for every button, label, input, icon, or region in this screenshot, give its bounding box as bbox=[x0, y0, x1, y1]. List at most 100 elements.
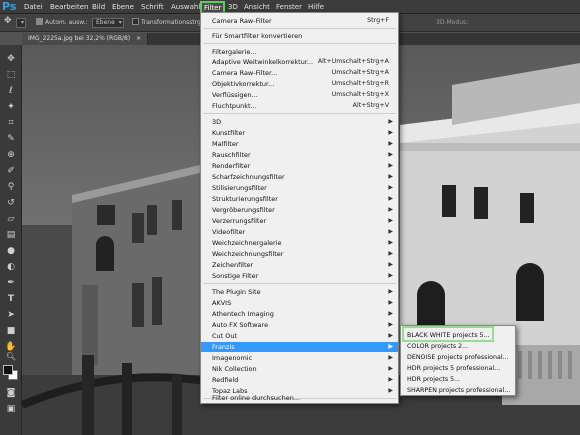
chevron-right-icon: ▶ bbox=[388, 288, 393, 295]
transform-controls-checkbox[interactable]: Transformationsstrg. bbox=[132, 18, 203, 28]
menu-strukturierungsfilter[interactable]: Strukturierungsfilter ▶ bbox=[201, 194, 398, 204]
menu-weichzeichnungsfilter[interactable]: Weichzeichnungsfilter ▶ bbox=[201, 249, 398, 259]
submenu-black-white-projects[interactable]: BLACK WHITE projects 5... bbox=[401, 330, 515, 341]
chevron-right-icon: ▶ bbox=[388, 310, 393, 317]
zoom-icon[interactable]: 🔍︎ bbox=[4, 351, 18, 363]
chevron-right-icon: ▶ bbox=[388, 343, 393, 350]
move-icon[interactable]: ✥ bbox=[4, 53, 18, 65]
menu-athentech-imaging[interactable]: Athentech Imaging ▶ bbox=[201, 309, 398, 319]
chevron-right-icon: ▶ bbox=[388, 239, 393, 246]
menu-vergroeberungsfilter[interactable]: Vergröberungsfilter ▶ bbox=[201, 205, 398, 215]
healing-brush-icon[interactable]: ⊕ bbox=[4, 149, 18, 161]
chevron-right-icon: ▶ bbox=[388, 129, 393, 136]
menu-auto-fx-software[interactable]: Auto FX Software ▶ bbox=[201, 320, 398, 330]
chevron-right-icon: ▶ bbox=[388, 376, 393, 383]
menu-weichzeichnergalerie[interactable]: Weichzeichnergalerie ▶ bbox=[201, 238, 398, 248]
menu-convert-smart-filters[interactable]: Für Smartfilter konvertieren bbox=[201, 31, 398, 41]
menu-the-plugin-site[interactable]: The Plugin Site ▶ bbox=[201, 287, 398, 297]
menu-separator bbox=[203, 43, 396, 44]
foreground-color-swatch[interactable] bbox=[3, 365, 13, 375]
menu-camera-raw-last[interactable]: Camera Raw-Filter Strg+F bbox=[201, 16, 398, 26]
shape-icon[interactable]: ■ bbox=[4, 325, 18, 337]
menu-browse-filters-online[interactable]: Filter online durchsuchen... bbox=[201, 393, 398, 403]
auto-select-dropdown[interactable]: Ebene bbox=[92, 18, 124, 28]
menu-schrift[interactable]: Schrift bbox=[141, 0, 164, 14]
menu-bearbeiten[interactable]: Bearbeiten bbox=[50, 0, 88, 14]
chevron-right-icon: ▶ bbox=[388, 261, 393, 268]
menu-camera-raw[interactable]: Camera Raw-Filter... Umschalt+Strg+A bbox=[201, 68, 398, 78]
marquee-icon[interactable]: ⬚ bbox=[4, 69, 18, 81]
franzis-submenu: BLACK WHITE projects 5... COLOR projects… bbox=[400, 325, 516, 396]
menu-cut-out[interactable]: Cut Out ▶ bbox=[201, 331, 398, 341]
menu-rauschfilter[interactable]: Rauschfilter ▶ bbox=[201, 150, 398, 160]
menu-3d[interactable]: 3D ▶ bbox=[201, 117, 398, 127]
tool-preset-dropdown[interactable] bbox=[16, 18, 26, 32]
pen-icon[interactable]: ✒ bbox=[4, 277, 18, 289]
auto-select-checkbox[interactable]: Autom. ausw.: bbox=[36, 18, 87, 28]
menu-vanishing-point[interactable]: Fluchtpunkt... Alt+Strg+V bbox=[201, 101, 398, 111]
chevron-right-icon: ▶ bbox=[388, 365, 393, 372]
menu-lens-correction[interactable]: Objektivkorrektur... Umschalt+Strg+R bbox=[201, 79, 398, 89]
menu-ebene[interactable]: Ebene bbox=[112, 0, 134, 14]
checkbox-icon bbox=[36, 18, 43, 25]
eraser-icon[interactable]: ▱ bbox=[4, 213, 18, 225]
auto-select-label: Autom. ausw.: bbox=[45, 19, 88, 26]
menu-adaptive-wide-angle[interactable]: Adaptive Weitwinkelkorrektur... Alt+Umsch… bbox=[201, 57, 398, 67]
path-select-icon[interactable]: ➤ bbox=[4, 309, 18, 321]
chevron-right-icon: ▶ bbox=[388, 250, 393, 257]
lasso-icon[interactable]: ℓ bbox=[4, 85, 18, 97]
checkbox-icon bbox=[132, 18, 139, 25]
chevron-right-icon: ▶ bbox=[388, 272, 393, 279]
menu-renderfilter[interactable]: Renderfilter ▶ bbox=[201, 161, 398, 171]
menu-redfield[interactable]: Redfield ▶ bbox=[201, 375, 398, 385]
submenu-sharpen-projects[interactable]: SHARPEN projects professional... bbox=[401, 385, 515, 396]
document-tab[interactable]: IMG_2225a.jpg bei 32,2% (RGB/8) × bbox=[22, 33, 149, 45]
chevron-right-icon: ▶ bbox=[388, 321, 393, 328]
menu-franzis[interactable]: Franzis ▶ bbox=[201, 342, 398, 352]
menu-liquify[interactable]: Verflüssigen... Umschalt+Strg+X bbox=[201, 90, 398, 100]
blur-icon[interactable]: ● bbox=[4, 245, 18, 257]
menu-imagenomic[interactable]: Imagenomic ▶ bbox=[201, 353, 398, 363]
chevron-right-icon: ▶ bbox=[388, 184, 393, 191]
submenu-hdr-projects-professional[interactable]: HDR projects 5 professional... bbox=[401, 363, 515, 374]
submenu-hdr-projects[interactable]: HDR projects 5... bbox=[401, 374, 515, 385]
menu-videofilter[interactable]: Videofilter ▶ bbox=[201, 227, 398, 237]
chevron-right-icon: ▶ bbox=[388, 173, 393, 180]
screen-mode-icon[interactable]: ▣ bbox=[4, 403, 18, 415]
menu-akvis[interactable]: AKVIS ▶ bbox=[201, 298, 398, 308]
menu-separator bbox=[203, 113, 396, 114]
history-brush-icon[interactable]: ↺ bbox=[4, 197, 18, 209]
quick-mask-icon[interactable]: ◙ bbox=[4, 387, 18, 399]
chevron-right-icon: ▶ bbox=[388, 299, 393, 306]
gradient-icon[interactable]: ▤ bbox=[4, 229, 18, 241]
submenu-color-projects[interactable]: COLOR projects 2... bbox=[401, 341, 515, 352]
3d-mode-label: 3D-Modus: bbox=[436, 19, 469, 26]
menu-auswahl[interactable]: Auswahl bbox=[171, 0, 200, 14]
crop-icon[interactable]: ⌗ bbox=[4, 117, 18, 129]
menu-kunstfilter[interactable]: Kunstfilter ▶ bbox=[201, 128, 398, 138]
close-icon[interactable]: × bbox=[136, 35, 141, 42]
menu-datei[interactable]: Datei bbox=[24, 0, 43, 14]
menu-scharfzeichnungsfilter[interactable]: Scharfzeichnungsfilter ▶ bbox=[201, 172, 398, 182]
menu-filter-gallery[interactable]: Filtergalerie... bbox=[201, 47, 398, 57]
clone-stamp-icon[interactable]: ⚲ bbox=[4, 181, 18, 193]
chevron-right-icon: ▶ bbox=[388, 140, 393, 147]
eyedropper-icon[interactable]: ✎ bbox=[4, 133, 18, 145]
menu-zeichenfilter[interactable]: Zeichenfilter ▶ bbox=[201, 260, 398, 270]
menu-sonstige-filter[interactable]: Sonstige Filter ▶ bbox=[201, 271, 398, 281]
menu-stilisierungsfilter[interactable]: Stilisierungsfilter ▶ bbox=[201, 183, 398, 193]
chevron-right-icon: ▶ bbox=[388, 206, 393, 213]
magic-wand-icon[interactable]: ✦ bbox=[4, 101, 18, 113]
submenu-denoise-projects[interactable]: DENOISE projects professional... bbox=[401, 352, 515, 363]
filter-menu: Camera Raw-Filter Strg+F Für Smartfilter … bbox=[200, 12, 399, 404]
menu-malfilter[interactable]: Malfilter ▶ bbox=[201, 139, 398, 149]
menu-nik-collection[interactable]: Nik Collection ▶ bbox=[201, 364, 398, 374]
chevron-right-icon: ▶ bbox=[388, 162, 393, 169]
chevron-right-icon: ▶ bbox=[388, 354, 393, 361]
dodge-icon[interactable]: ◐ bbox=[4, 261, 18, 273]
move-tool-icon[interactable]: ✥ bbox=[4, 16, 12, 26]
menu-bild[interactable]: Bild bbox=[92, 0, 105, 14]
brush-icon[interactable]: ✐ bbox=[4, 165, 18, 177]
menu-verzerrungsfilter[interactable]: Verzerrungsfilter ▶ bbox=[201, 216, 398, 226]
type-icon[interactable]: T bbox=[4, 293, 18, 305]
